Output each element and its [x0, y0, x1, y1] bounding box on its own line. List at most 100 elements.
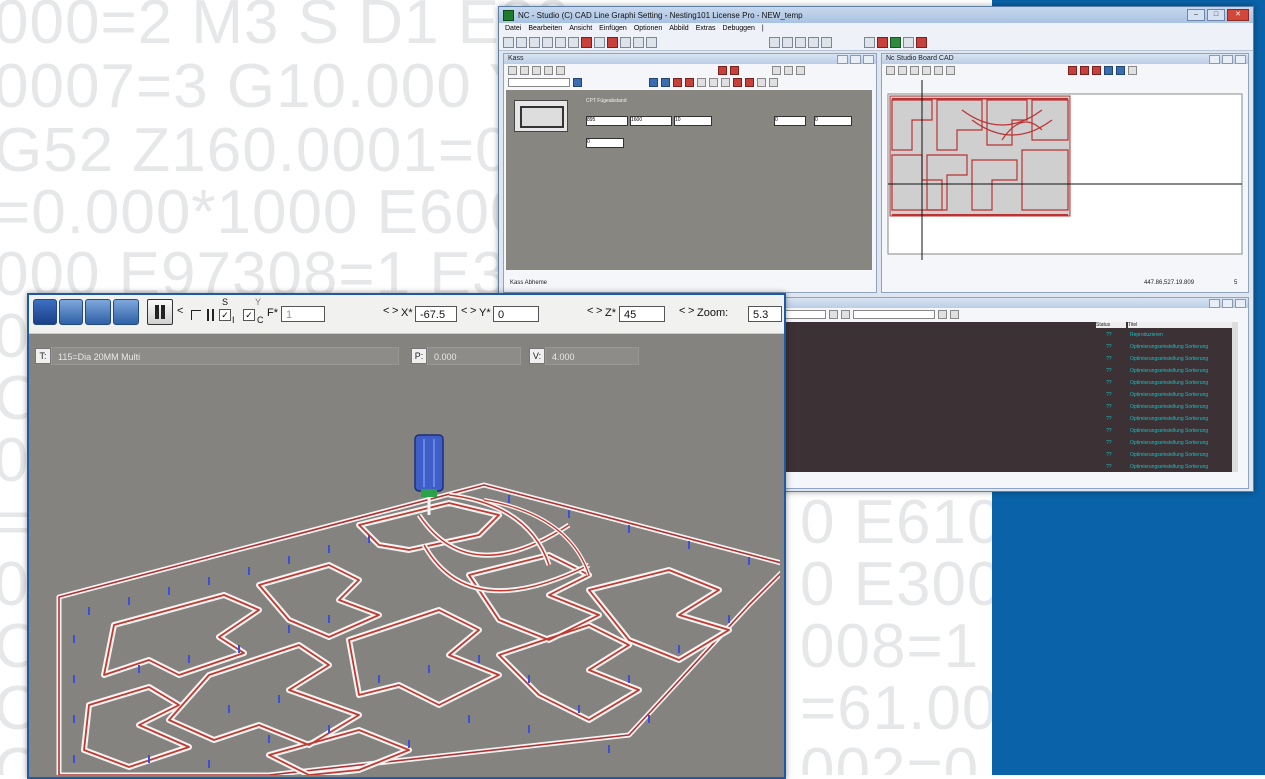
apply-icon[interactable]: [573, 77, 582, 87]
menu-item-debuggen[interactable]: Debuggen: [723, 25, 755, 32]
shape-icon[interactable]: [520, 65, 529, 75]
menu-item-einfuegen[interactable]: Einfügen: [599, 25, 627, 32]
tool-d-icon[interactable]: [709, 77, 718, 87]
array-icon[interactable]: [796, 65, 805, 75]
record-icon[interactable]: [916, 36, 927, 48]
zoom-in-icon[interactable]: [1104, 65, 1113, 75]
redo-icon[interactable]: [594, 36, 605, 48]
pane-minimize-button[interactable]: [1209, 299, 1220, 308]
tool-e-icon[interactable]: [721, 77, 730, 87]
console-scrollbar[interactable]: [1232, 322, 1238, 472]
menu-item-extras[interactable]: Extras: [696, 25, 716, 32]
tool-b-icon[interactable]: [685, 77, 694, 87]
rotate-icon[interactable]: [946, 65, 955, 75]
pane-close-button[interactable]: [1235, 299, 1246, 308]
menu-item-ansicht[interactable]: Ansicht: [569, 25, 592, 32]
spacing-field[interactable]: 10: [674, 116, 712, 126]
delete-icon[interactable]: [718, 65, 727, 75]
option-icon[interactable]: [191, 310, 201, 320]
filter-c-icon[interactable]: [938, 309, 947, 319]
s-checkbox[interactable]: ✓: [219, 309, 231, 321]
grid-icon[interactable]: [633, 36, 644, 48]
view2-icon[interactable]: [782, 36, 793, 48]
cam-b-icon[interactable]: [1080, 65, 1089, 75]
pause-icon[interactable]: [864, 36, 875, 48]
nesting-layout-view[interactable]: [882, 80, 1248, 280]
new-icon[interactable]: [503, 36, 514, 48]
pane-restore-button[interactable]: [1222, 55, 1233, 64]
x-increment-button[interactable]: >: [392, 305, 398, 317]
z-input[interactable]: 45: [619, 306, 665, 322]
tool-c-icon[interactable]: [697, 77, 706, 87]
cut-icon[interactable]: [555, 36, 566, 48]
y-increment-button[interactable]: >: [470, 305, 476, 317]
filter-d-icon[interactable]: [950, 309, 959, 319]
menu-item-optionen[interactable]: Optionen: [634, 25, 662, 32]
y-decrement-button[interactable]: <: [461, 305, 467, 317]
view3-icon[interactable]: [795, 36, 806, 48]
pane-restore-button[interactable]: [1222, 299, 1233, 308]
print-icon[interactable]: [542, 36, 553, 48]
count-field[interactable]: 0: [586, 138, 624, 148]
pane-close-button[interactable]: [863, 55, 874, 64]
tool-h-icon[interactable]: [757, 77, 766, 87]
f-input[interactable]: 1: [281, 306, 325, 322]
car-view-button[interactable]: [59, 299, 83, 325]
tool-i-icon[interactable]: [769, 77, 778, 87]
cam-a-icon[interactable]: [1068, 65, 1077, 75]
offset-y-field[interactable]: 0: [814, 116, 852, 126]
undo-icon[interactable]: [581, 36, 592, 48]
stop-icon[interactable]: [877, 36, 888, 48]
sheet-width-field[interactable]: 895: [586, 116, 628, 126]
x-input[interactable]: -67.5: [415, 306, 457, 322]
draw-rect-icon[interactable]: [922, 65, 931, 75]
view-icon[interactable]: [769, 36, 780, 48]
step-icon[interactable]: [903, 36, 914, 48]
selector-dropdown[interactable]: [508, 77, 570, 87]
close-button[interactable]: ✕: [1227, 9, 1249, 21]
tool-a-icon[interactable]: [673, 77, 682, 87]
menu-item-bearbeiten[interactable]: Bearbeiten: [528, 25, 562, 32]
play-icon[interactable]: [890, 36, 901, 48]
pane-restore-button[interactable]: [850, 55, 861, 64]
ungroup-icon[interactable]: [784, 65, 793, 75]
view4-icon[interactable]: [808, 36, 819, 48]
multi-view-button[interactable]: [113, 299, 139, 325]
group-icon[interactable]: [772, 65, 781, 75]
copy-icon[interactable]: [568, 36, 579, 48]
fit-icon[interactable]: [1128, 65, 1137, 75]
x-decrement-button[interactable]: <: [383, 305, 389, 317]
menu-item-datei[interactable]: Datei: [505, 25, 521, 32]
draw-circle-icon[interactable]: [910, 65, 919, 75]
zoom-input[interactable]: 5.3: [748, 306, 782, 322]
save-icon[interactable]: [529, 36, 540, 48]
pane-close-button[interactable]: [1235, 55, 1246, 64]
mirror-icon[interactable]: [730, 65, 739, 75]
step-back-button[interactable]: <: [177, 305, 183, 317]
pause-button[interactable]: [147, 299, 173, 325]
layer-icon[interactable]: [620, 36, 631, 48]
z-increment-button[interactable]: >: [596, 305, 602, 317]
tool-f-icon[interactable]: [733, 77, 742, 87]
filter-b-icon[interactable]: [841, 309, 850, 319]
help-icon[interactable]: [646, 36, 657, 48]
arc-icon[interactable]: [544, 65, 553, 75]
output-filter-dropdown[interactable]: [784, 309, 826, 319]
zoom-increment-button[interactable]: >: [688, 305, 694, 317]
z-decrement-button[interactable]: <: [587, 305, 593, 317]
sheet-height-field[interactable]: 1600: [630, 116, 672, 126]
zoom-decrement-button[interactable]: <: [679, 305, 685, 317]
layer-b-icon[interactable]: [661, 77, 670, 87]
maximize-button[interactable]: □: [1207, 9, 1225, 21]
zoom-out-icon[interactable]: [1116, 65, 1125, 75]
menu-item-abbild[interactable]: Abbild: [669, 25, 688, 32]
3d-toolpath-scene[interactable]: [29, 375, 780, 775]
cam-c-icon[interactable]: [1092, 65, 1101, 75]
output-select-dropdown[interactable]: [853, 309, 935, 319]
line-icon[interactable]: [532, 65, 541, 75]
layer-a-icon[interactable]: [649, 77, 658, 87]
minimize-button[interactable]: –: [1187, 9, 1205, 21]
filter-a-icon[interactable]: [829, 309, 838, 319]
pane-minimize-button[interactable]: [837, 55, 848, 64]
tool-icon[interactable]: [607, 36, 618, 48]
